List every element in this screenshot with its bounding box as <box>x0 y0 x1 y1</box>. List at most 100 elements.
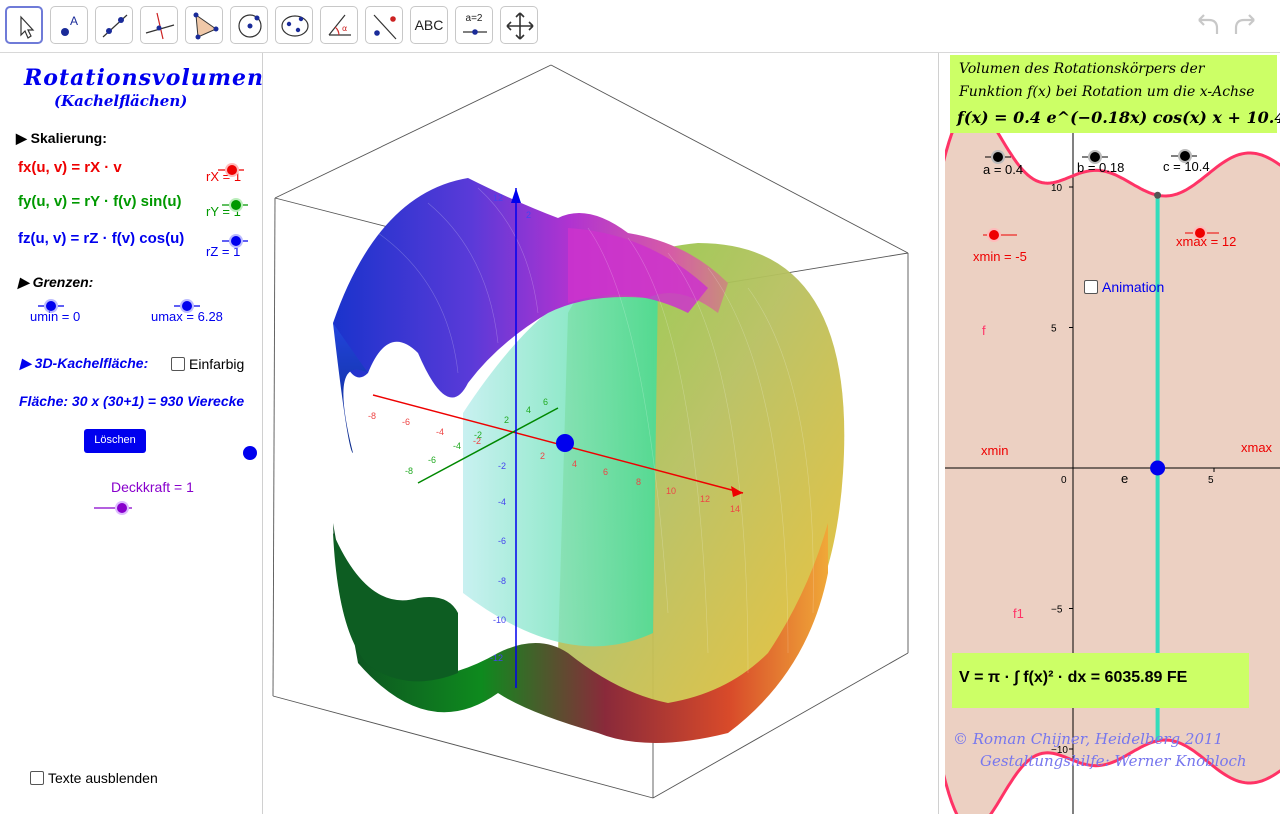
uniform-checkbox-label: Einfarbig <box>189 356 245 372</box>
angle-tool[interactable]: α <box>320 6 358 44</box>
highlight-point <box>1154 191 1162 199</box>
x-tick-label: 5 <box>1208 475 1214 486</box>
copyright-text: © Roman Chijner, Heidelberg 2011 <box>953 730 1224 748</box>
svg-text:-8: -8 <box>405 466 413 476</box>
description-line2: Funktion f(x) bei Rotation um die x-Achs… <box>959 84 1255 100</box>
y-tick-label: 10 <box>1051 183 1063 194</box>
svg-text:4: 4 <box>526 405 531 415</box>
slider-b-label: b = 0.18 <box>1077 160 1125 175</box>
svg-text:6: 6 <box>543 397 548 407</box>
point-tool[interactable]: A <box>50 6 88 44</box>
bounds-heading[interactable]: ▶ Grenzen: <box>18 274 93 291</box>
animation-checkbox[interactable]: Animation <box>1084 279 1164 295</box>
svg-text:-8: -8 <box>368 411 376 421</box>
svg-text:-8: -8 <box>498 576 506 586</box>
slider-a-label: a = 0.4 <box>983 162 1024 177</box>
svg-text:-4: -4 <box>453 441 461 451</box>
graphics-2d-view[interactable]: −505102015105−5−10 Volumen des Rotations… <box>945 53 1280 814</box>
ry-slider[interactable] <box>220 194 250 216</box>
svg-text:2: 2 <box>526 210 531 220</box>
conic-tool[interactable] <box>275 6 313 44</box>
rz-slider[interactable] <box>220 230 250 252</box>
curve-f1-label: f1 <box>1013 606 1024 621</box>
svg-text:8: 8 <box>636 477 641 487</box>
credits-text: Gestaltungshilfe: Werner Knobloch <box>980 752 1247 770</box>
svg-text:-10: -10 <box>493 615 506 625</box>
line-tool[interactable] <box>95 6 133 44</box>
svg-text:2: 2 <box>504 415 509 425</box>
slider-c-label: c = 10.4 <box>1163 159 1210 174</box>
move-view-tool[interactable] <box>500 6 538 44</box>
point-e[interactable] <box>1150 460 1166 476</box>
rotation-body-3d[interactable]: -8 -6 -4 -2 2 4 6 8 10 12 14 -8 -6 -4 -2… <box>268 53 938 814</box>
tile-heading[interactable]: ▶ 3D-Kachelfläche: <box>20 355 148 372</box>
svg-text:α: α <box>342 24 347 33</box>
svg-text:-12: -12 <box>490 653 503 663</box>
delete-button[interactable]: Löschen <box>84 429 146 453</box>
svg-text:14: 14 <box>730 504 740 514</box>
y-tick-label: 15 <box>1051 53 1063 54</box>
umax-label: umax = 6.28 <box>151 309 223 324</box>
slider-xmin-label: xmin = -5 <box>973 249 1027 264</box>
redo-icon[interactable] <box>1230 12 1260 40</box>
slider-xmin[interactable] <box>981 224 1021 246</box>
volume-formula: V = π · ∫ f(x)² · dx = 6035.89 FE <box>959 669 1188 686</box>
hide-text-checkbox-box[interactable] <box>30 771 44 785</box>
fy-formula: fy(u, v) = rY · f(v) sin(u) <box>18 193 182 210</box>
fx-formula: fx(u, v) = rX · v <box>18 159 122 176</box>
y-tick-label: −5 <box>1051 605 1063 616</box>
page-title: Rotationsvolumen <box>24 65 263 91</box>
hide-text-checkbox-label: Texte ausblenden <box>48 770 158 786</box>
opacity-slider[interactable] <box>92 497 136 519</box>
slider-tool-label: a=2 <box>465 13 483 24</box>
toolbar: A α ABC a=2 <box>0 0 1280 53</box>
svg-text:-2: -2 <box>498 461 506 471</box>
svg-text:-2: -2 <box>474 430 482 440</box>
svg-text:-6: -6 <box>402 417 410 427</box>
description-line1: Volumen des Rotationskörpers der <box>959 61 1205 77</box>
undo-icon[interactable] <box>1193 12 1223 40</box>
umin-label: umin = 0 <box>30 309 81 324</box>
scaling-heading[interactable]: ▶ Skalierung: <box>16 130 107 147</box>
svg-text:12: 12 <box>493 193 503 203</box>
tile-count-text: Fläche: 30 x (30+1) = 930 Vierecke <box>19 393 245 409</box>
text-tool-label: ABC <box>414 17 444 33</box>
animation-checkbox-box[interactable] <box>1084 280 1098 294</box>
svg-text:-4: -4 <box>436 427 444 437</box>
fz-formula: fz(u, v) = rZ · f(v) cos(u) <box>18 230 185 247</box>
function-formula: f(x) = 0.4 e^(−0.18x) cos(x) x + 10.4 <box>957 108 1280 127</box>
algebra-panel: Rotationsvolumen (Kachelflächen) ▶ Skali… <box>0 53 263 814</box>
move-tool[interactable] <box>5 6 43 44</box>
x-tick-label: 0 <box>1061 475 1067 486</box>
xmin-point-label: xmin <box>981 443 1009 458</box>
hide-text-checkbox[interactable]: Texte ausblenden <box>30 770 158 786</box>
svg-text:A: A <box>70 14 78 28</box>
uniform-checkbox[interactable]: Einfarbig <box>171 356 244 372</box>
svg-text:10: 10 <box>666 486 676 496</box>
perpendicular-tool[interactable] <box>140 6 178 44</box>
reflect-tool[interactable] <box>365 6 403 44</box>
rx-slider[interactable] <box>216 159 246 181</box>
opacity-label: Deckkraft = 1 <box>111 479 194 495</box>
circle-tool[interactable] <box>230 6 268 44</box>
svg-text:-6: -6 <box>498 536 506 546</box>
svg-text:2: 2 <box>540 451 545 461</box>
graphics-3d-view[interactable]: -8 -6 -4 -2 2 4 6 8 10 12 14 -8 -6 -4 -2… <box>268 53 939 814</box>
y-tick-label: 5 <box>1051 324 1057 335</box>
polygon-tool[interactable] <box>185 6 223 44</box>
svg-text:4: 4 <box>572 459 577 469</box>
page-subtitle: (Kachelflächen) <box>54 92 188 110</box>
uniform-checkbox-box[interactable] <box>171 357 185 371</box>
text-tool[interactable]: ABC <box>410 6 448 44</box>
point-handle[interactable] <box>240 443 260 463</box>
xmax-point-label: xmax <box>1241 440 1273 455</box>
animation-checkbox-label: Animation <box>1102 279 1165 295</box>
svg-text:6: 6 <box>603 467 608 477</box>
point-e-label: e <box>1121 471 1129 486</box>
slider-xmax-label: xmax = 12 <box>1176 234 1237 249</box>
svg-text:12: 12 <box>700 494 710 504</box>
svg-text:-6: -6 <box>428 455 436 465</box>
svg-text:-4: -4 <box>498 497 506 507</box>
slider-tool[interactable]: a=2 <box>455 6 493 44</box>
curve-f-label: f <box>982 323 986 338</box>
